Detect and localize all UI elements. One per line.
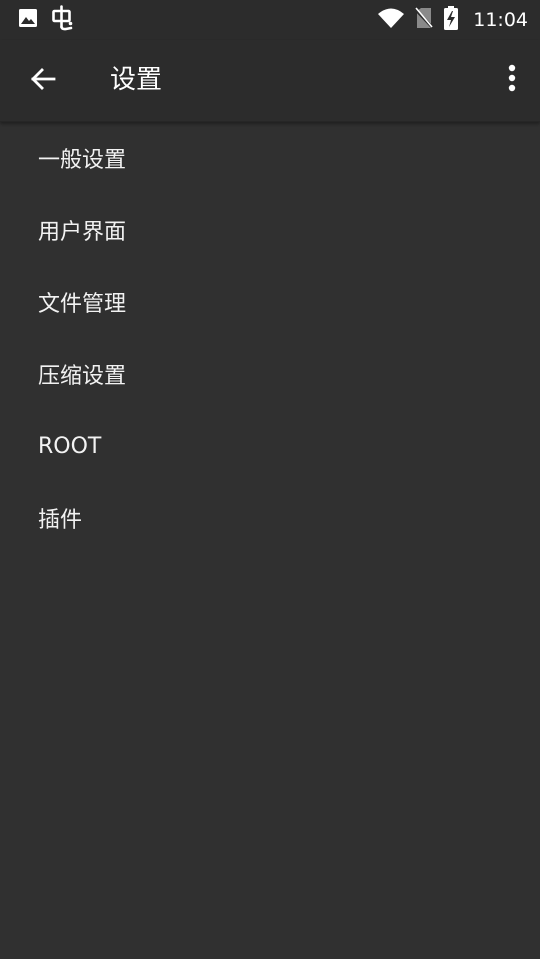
- back-button[interactable]: [21, 59, 65, 103]
- settings-item-general[interactable]: 一般设置: [0, 122, 540, 194]
- settings-item-label: 压缩设置: [38, 364, 127, 389]
- status-left-icons: [18, 5, 74, 35]
- settings-item-label: 一般设置: [38, 148, 127, 173]
- page-title: 设置: [110, 65, 163, 95]
- settings-item-label: 文件管理: [38, 292, 127, 317]
- status-bar: 11:04: [0, 0, 540, 40]
- more-options-button[interactable]: [498, 58, 526, 102]
- app-bar: 设置: [0, 40, 540, 122]
- status-right-icons: 11:04: [377, 6, 528, 34]
- settings-item-label: ROOT: [38, 433, 102, 459]
- bug-app-icon: [50, 5, 74, 35]
- battery-charging-icon: [443, 6, 459, 34]
- settings-item-label: 插件: [38, 508, 83, 533]
- no-sim-icon: [414, 7, 435, 33]
- settings-list: 一般设置 用户界面 文件管理 压缩设置 ROOT 插件: [0, 122, 540, 554]
- settings-item-file-management[interactable]: 文件管理: [0, 266, 540, 338]
- wifi-icon: [377, 7, 405, 33]
- more-vertical-icon: [508, 64, 516, 96]
- settings-item-root[interactable]: ROOT: [0, 410, 540, 482]
- settings-item-plugins[interactable]: 插件: [0, 482, 540, 554]
- settings-item-user-interface[interactable]: 用户界面: [0, 194, 540, 266]
- settings-item-label: 用户界面: [38, 220, 127, 245]
- status-time: 11:04: [473, 9, 528, 31]
- image-icon: [18, 8, 38, 32]
- settings-item-compression[interactable]: 压缩设置: [0, 338, 540, 410]
- arrow-left-icon: [30, 67, 56, 95]
